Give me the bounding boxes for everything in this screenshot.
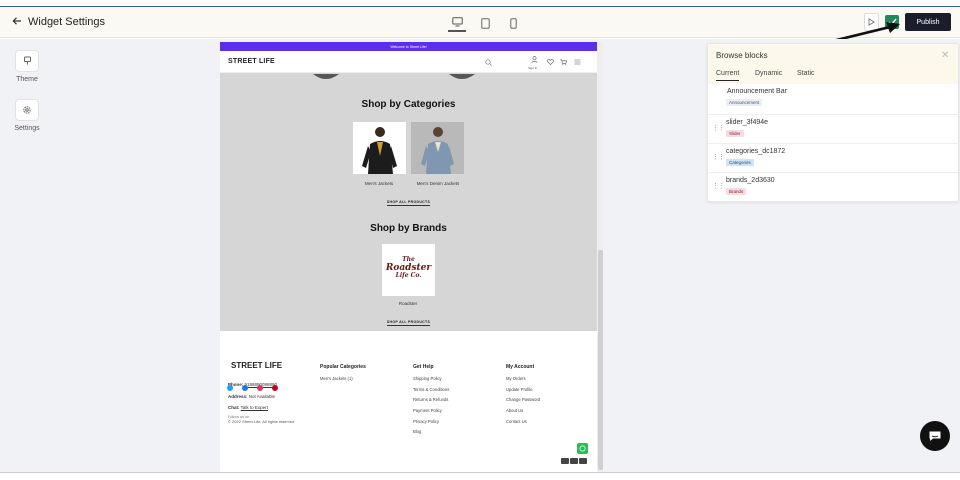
footer-logo: STREET LIFE	[231, 361, 283, 370]
publish-button[interactable]: Publish	[905, 13, 951, 31]
footer-chat: Chat: Talk to Expert	[228, 405, 268, 410]
category-label[interactable]: Men's Denim Jackets	[403, 181, 473, 186]
paint-bucket-icon	[23, 56, 31, 65]
settings-tool[interactable]: Settings	[6, 99, 48, 132]
block-row-brands[interactable]: ⋮⋮ brands_2d3630 Brands	[708, 172, 958, 201]
search-icon[interactable]	[483, 57, 493, 67]
tablet-view-button[interactable]	[476, 14, 494, 32]
browse-blocks-panel: Browse blocks ✕ Current Dynamic Static A…	[707, 43, 959, 202]
brand-label[interactable]: Roadster	[373, 301, 443, 306]
footer-link[interactable]: Change Password	[506, 397, 540, 408]
content-section: Shop by Categories Men's Jackets Men's D…	[220, 73, 597, 331]
store-logo[interactable]: STREET LIFE	[228, 58, 275, 65]
settings-label: Settings	[14, 125, 40, 132]
storefront-preview: Welcome to Street Life! STREET LIFE Sign…	[220, 42, 603, 472]
desktop-icon	[451, 17, 463, 27]
facebook-icon[interactable]	[242, 385, 248, 391]
shop-all-products-link[interactable]: SHOP ALL PRODUCTS	[220, 200, 597, 206]
block-tag: Slider	[726, 130, 744, 137]
page-title: Widget Settings	[28, 16, 106, 28]
footer-link[interactable]: Blog	[413, 429, 449, 440]
store-header: STREET LIFE Sign In	[220, 51, 597, 73]
preview-scrollbar-thumb[interactable]	[598, 250, 603, 470]
footer-link[interactable]: Privacy Policy	[413, 419, 449, 430]
desktop-view-button[interactable]	[448, 14, 466, 32]
app-window: Widget Settings Publish Theme Settings W…	[0, 0, 960, 480]
block-name: slider_3f494e	[726, 119, 769, 126]
footer-phone: Phone: 9188890098890	[228, 382, 277, 387]
block-name: brands_2d3630	[726, 177, 775, 184]
whatsapp-icon[interactable]	[577, 443, 588, 454]
block-tag: Categories	[726, 159, 754, 166]
footer-link[interactable]: Men's Jackets (1)	[320, 376, 366, 387]
payment-card-icon	[579, 458, 587, 464]
panel-header: Browse blocks ✕ Current Dynamic Static	[708, 44, 958, 84]
tab-dynamic[interactable]: Dynamic	[755, 70, 782, 77]
chat-support-button[interactable]	[920, 421, 950, 451]
twitter-icon[interactable]	[227, 385, 233, 391]
footer-link[interactable]: About Us	[506, 408, 540, 419]
slider-image-edge	[449, 74, 475, 79]
tablet-icon	[480, 17, 490, 29]
brands-title: Shop by Brands	[370, 223, 447, 234]
wishlist-heart-icon[interactable]	[545, 57, 555, 67]
brand-logo-roadster[interactable]: The Roadster Life Co.	[382, 244, 435, 296]
slider-image-edge	[313, 74, 339, 79]
footer-col-popular-categories: Popular Categories Men's Jackets (1)	[320, 364, 366, 387]
payment-card-icon	[570, 458, 578, 464]
shop-all-products-link[interactable]: SHOP ALL PRODUCTS	[220, 320, 597, 326]
footer-link[interactable]: Update Profile	[506, 387, 540, 398]
user-icon[interactable]	[529, 54, 539, 64]
block-tag: Announcement	[726, 99, 763, 106]
category-image-mens-denim-jackets[interactable]	[411, 122, 464, 174]
footer-link[interactable]: Contact Us	[506, 419, 540, 430]
bottom-border	[0, 472, 960, 473]
block-row-announcement-bar[interactable]: Announcement Bar Announcement	[708, 84, 958, 113]
sign-in-label[interactable]: Sign In	[528, 66, 537, 70]
footer-link[interactable]: Payment Policy	[413, 408, 449, 419]
footer-col-get-help: Get Help Shipping Policy Terms & Conditi…	[413, 364, 449, 440]
drag-handle-icon[interactable]: ⋮⋮	[712, 182, 725, 190]
footer-col-my-account: My Account My Orders Update Profile Chan…	[506, 364, 540, 429]
footer-copyright: © 2022 Street Life. All rights reserved	[228, 419, 295, 424]
announcement-bar[interactable]: Welcome to Street Life!	[220, 42, 597, 51]
store-footer: STREET LIFE Phone: 9188890098890 Address…	[220, 338, 597, 472]
footer-link[interactable]: Shipping Policy	[413, 376, 449, 387]
footer-link[interactable]: My Orders	[506, 376, 540, 387]
tab-static[interactable]: Static	[797, 70, 815, 77]
footer-link[interactable]: Terms & Conditions	[413, 387, 449, 398]
gear-icon	[23, 106, 31, 114]
back-arrow-icon[interactable]	[12, 15, 22, 29]
theme-tool[interactable]: Theme	[6, 50, 48, 83]
category-image-mens-jackets[interactable]	[353, 122, 406, 174]
tab-current[interactable]: Current	[716, 70, 740, 81]
categories-title: Shop by Categories	[361, 99, 456, 110]
close-icon[interactable]: ✕	[941, 50, 949, 61]
drag-handle-icon[interactable]: ⋮⋮	[712, 153, 725, 161]
drag-handle-icon[interactable]: ⋮⋮	[712, 124, 725, 132]
search-bar[interactable]	[282, 56, 497, 68]
footer-link[interactable]: Returns & Refunds	[413, 397, 449, 408]
block-name: Announcement Bar	[727, 88, 787, 95]
menu-icon[interactable]	[572, 57, 582, 67]
block-row-categories[interactable]: ⋮⋮ categories_dc1872 Categories	[708, 143, 958, 172]
block-name: categories_dc1872	[726, 148, 786, 155]
mobile-icon	[509, 17, 517, 29]
theme-label: Theme	[16, 76, 38, 83]
block-row-slider[interactable]: ⋮⋮ slider_3f494e Slider	[708, 114, 958, 143]
block-tag: Brands	[726, 188, 747, 195]
pinterest-icon[interactable]	[272, 385, 278, 391]
instagram-icon[interactable]	[257, 385, 263, 391]
chat-bubble-icon	[929, 431, 941, 441]
payment-card-icon	[561, 458, 569, 464]
footer-address: Address: Not Available	[228, 394, 275, 399]
panel-title: Browse blocks	[716, 51, 768, 60]
mobile-view-button[interactable]	[504, 14, 522, 32]
cart-icon[interactable]	[558, 57, 568, 67]
